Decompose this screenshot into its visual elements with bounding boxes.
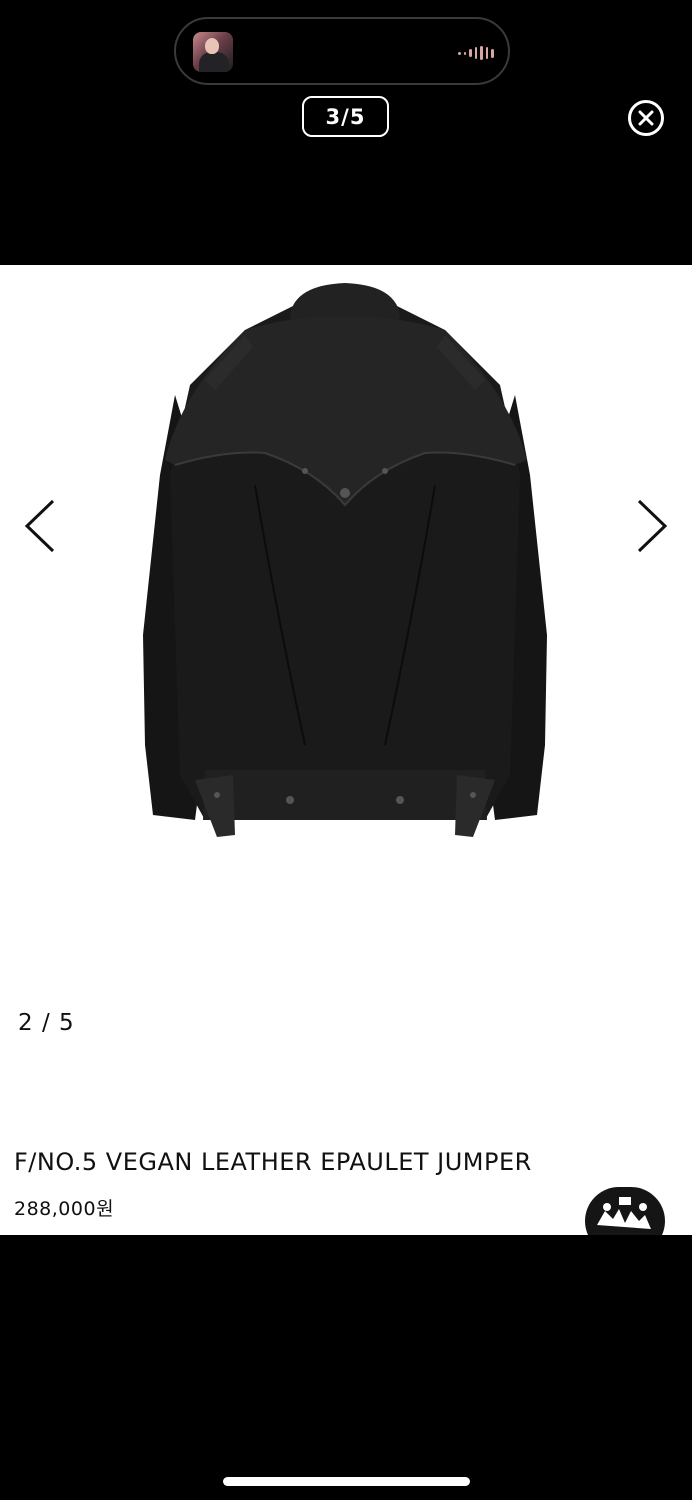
product-price: 288,000원 (14, 1198, 115, 1220)
next-image-button[interactable] (632, 495, 672, 555)
user-avatar-thumbnail (193, 32, 233, 72)
chevron-left-icon (24, 499, 55, 553)
close-icon (638, 110, 654, 126)
audio-waveform-icon (458, 46, 495, 60)
product-image[interactable] (135, 275, 555, 845)
home-indicator[interactable] (223, 1477, 470, 1486)
story-counter: 3/5 (302, 96, 389, 137)
chevron-right-icon (637, 499, 668, 553)
live-activity-island[interactable] (174, 17, 510, 85)
previous-image-button[interactable] (20, 495, 60, 555)
image-counter: 2 / 5 (18, 1010, 75, 1036)
product-title[interactable]: F/NO.5 VEGAN LEATHER EPAULET JUMPER (14, 1148, 532, 1176)
product-card: 2 / 5 F/NO.5 VEGAN LEATHER EPAULET JUMPE… (0, 265, 692, 1235)
close-button[interactable] (628, 100, 664, 136)
brand-logo-badge[interactable] (585, 1185, 665, 1235)
